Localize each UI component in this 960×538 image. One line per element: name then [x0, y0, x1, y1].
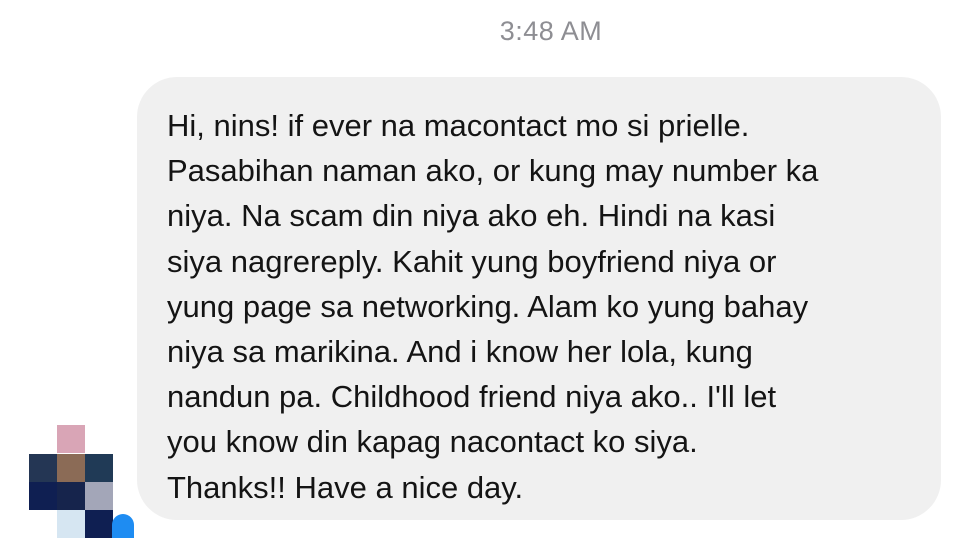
- message-line: Pasabihan naman ako, or kung may number …: [167, 153, 819, 189]
- avatar-pixel: [57, 510, 85, 538]
- avatar-pixel: [85, 482, 113, 510]
- message-line: niya sa marikina. And i know her lola, k…: [167, 334, 753, 370]
- avatar-pixel: [57, 482, 85, 510]
- avatar-pixel: [29, 454, 57, 482]
- message-line: niya. Na scam din niya ako eh. Hindi na …: [167, 198, 776, 234]
- read-receipt-icon: [112, 514, 134, 538]
- message-bubble[interactable]: Hi, nins! if ever na macontact mo si pri…: [137, 77, 941, 520]
- message-line: you know din kapag nacontact ko siya.: [167, 424, 698, 460]
- message-timestamp: 3:48 AM: [499, 16, 603, 46]
- message-line: siya nagrereply. Kahit yung boyfriend ni…: [167, 243, 777, 279]
- avatar-pixel: [85, 510, 113, 538]
- message-line: yung page sa networking. Alam ko yung ba…: [167, 288, 809, 324]
- avatar-pixel: [85, 454, 113, 482]
- message-line: Thanks!! Have a nice day.: [167, 469, 524, 505]
- message-line: Hi, nins! if ever na macontact mo si pri…: [167, 108, 750, 143]
- avatar-pixel: [57, 425, 85, 453]
- message-line: nandun pa. Childhood friend niya ako.. I…: [167, 379, 777, 415]
- avatar-pixel: [29, 482, 57, 510]
- avatar-pixel: [57, 454, 85, 482]
